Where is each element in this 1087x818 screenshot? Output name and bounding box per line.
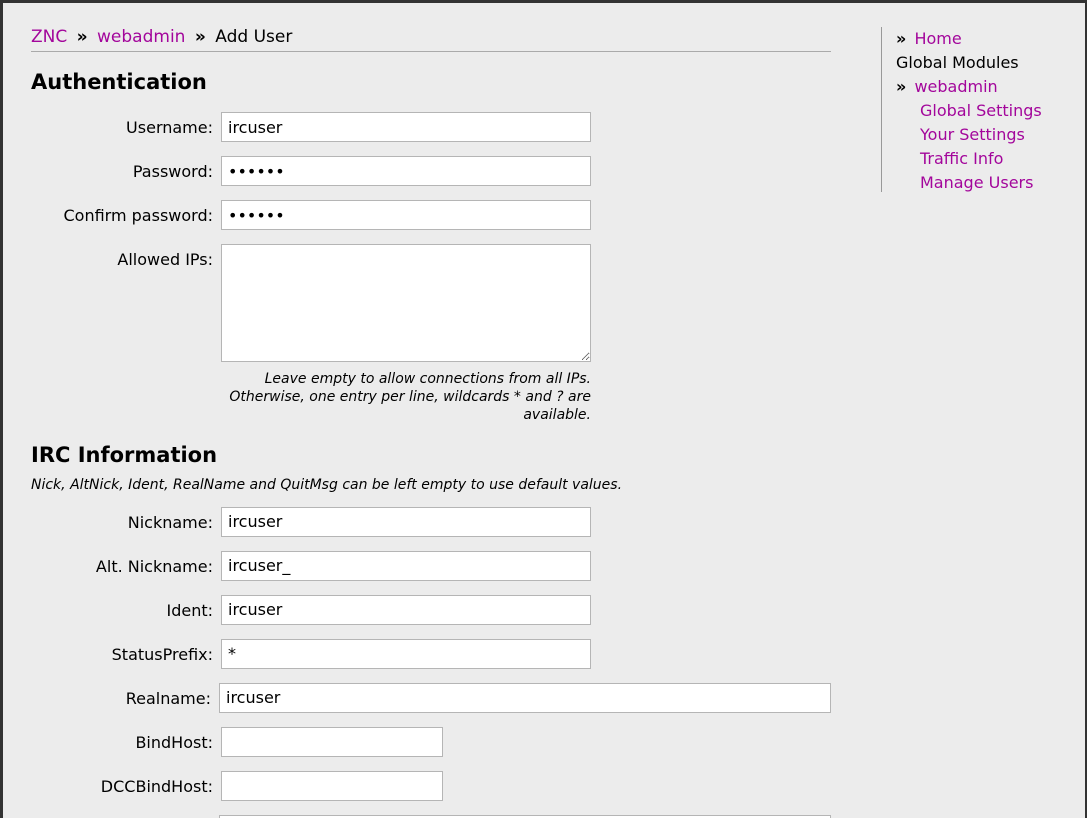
sidebar-link-webadmin[interactable]: webadmin — [914, 77, 997, 96]
dccbindhost-input[interactable] — [221, 771, 443, 801]
nickname-label: Nickname: — [31, 507, 221, 532]
dccbindhost-label: DCCBindHost: — [31, 771, 221, 796]
ident-label: Ident: — [31, 595, 221, 620]
bindhost-input[interactable] — [221, 727, 443, 757]
nickname-input[interactable] — [221, 507, 591, 537]
section-title-irc: IRC Information — [31, 443, 831, 467]
allowed-ips-textarea[interactable] — [221, 244, 591, 362]
breadcrumb-module-link[interactable]: webadmin — [97, 27, 185, 47]
breadcrumb-current: Add User — [215, 27, 292, 47]
allowed-ips-hint: Leave empty to allow connections from al… — [221, 370, 591, 425]
password-input[interactable] — [221, 156, 591, 186]
allowed-ips-label: Allowed IPs: — [31, 244, 221, 269]
bindhost-label: BindHost: — [31, 727, 221, 752]
realname-label: Realname: — [31, 683, 219, 708]
quitmsg-input[interactable] — [219, 815, 831, 818]
realname-input[interactable] — [219, 683, 831, 713]
breadcrumb-root-link[interactable]: ZNC — [31, 27, 67, 47]
main-content: ZNC » webadmin » Add User Authentication… — [31, 27, 831, 818]
sidebar-link-global-settings[interactable]: Global Settings — [920, 101, 1042, 120]
password-label: Password: — [31, 156, 221, 181]
quitmsg-label: Quit Message: — [31, 815, 219, 818]
confirm-password-label: Confirm password: — [31, 200, 221, 225]
username-label: Username: — [31, 112, 221, 137]
sidebar-link-your-settings[interactable]: Your Settings — [920, 125, 1025, 144]
breadcrumb-sep: » — [195, 27, 206, 47]
breadcrumb: ZNC » webadmin » Add User — [31, 27, 831, 52]
ident-input[interactable] — [221, 595, 591, 625]
sidebar-link-manage-users[interactable]: Manage Users — [920, 173, 1033, 192]
raquo-icon: » — [896, 77, 906, 96]
altnick-label: Alt. Nickname: — [31, 551, 221, 576]
sidebar-link-home[interactable]: Home — [914, 29, 961, 48]
confirm-password-input[interactable] — [221, 200, 591, 230]
raquo-icon: » — [896, 29, 906, 48]
sidebar-heading-global-modules: Global Modules — [896, 51, 1042, 75]
section-title-authentication: Authentication — [31, 70, 831, 94]
irc-section-note: Nick, AltNick, Ident, RealName and QuitM… — [31, 477, 831, 493]
statusprefix-input[interactable] — [221, 639, 591, 669]
sidebar-link-traffic-info[interactable]: Traffic Info — [920, 149, 1003, 168]
breadcrumb-sep: » — [77, 27, 88, 47]
altnick-input[interactable] — [221, 551, 591, 581]
username-input[interactable] — [221, 112, 591, 142]
statusprefix-label: StatusPrefix: — [31, 639, 221, 664]
sidebar: » Home Global Modules » webadmin Global … — [881, 27, 1042, 192]
